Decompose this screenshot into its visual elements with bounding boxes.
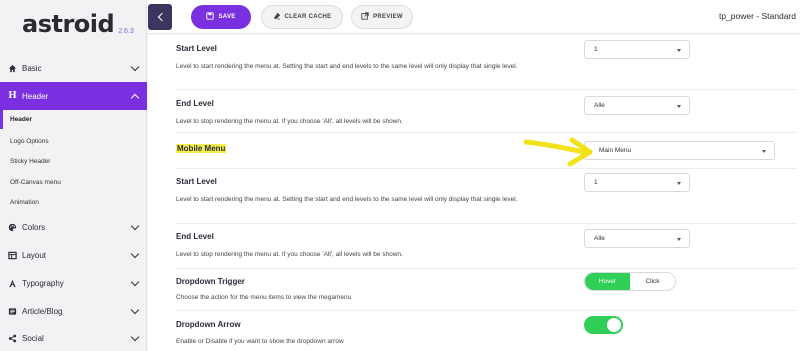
setting-label: End Level [176,232,214,241]
setting-label: Mobile Menu [176,144,227,153]
setting-label: Start Level [176,177,217,186]
sidebar-item-layout[interactable]: Layout [0,241,147,269]
sidebar-item-typography[interactable]: Typography [0,269,147,297]
heading-icon: H [8,91,17,101]
setting-description: Enable or Disable if you want to show th… [176,338,344,345]
switch-knob [607,318,621,332]
select-value: 1 [594,46,598,53]
caret-down-icon [677,238,681,241]
click-option[interactable]: Click [630,273,675,290]
setting-row-dropdown-arrow: Dropdown Arrow Enable or Disable if you … [176,311,796,351]
submenu-item-sticky-header[interactable]: Sticky Header [0,151,147,171]
select-value: 1 [594,179,598,186]
preview-button[interactable]: PREVIEW [351,5,413,29]
palette-icon [8,223,17,232]
sidebar-item-label: Social [22,333,44,343]
setting-label: Start Level [176,44,217,53]
setting-label: End Level [176,99,214,108]
chevron-down-icon [130,62,140,72]
setting-description: Level to start rendering the menu at. Se… [176,63,518,70]
submenu-item-header[interactable]: Header [0,109,147,129]
eraser-icon [273,12,281,22]
submenu-item-off-canvas-menu[interactable]: Off-Canvas menu [0,172,147,192]
dropdown-trigger-toggle: Hover Click [584,272,676,291]
save-button[interactable]: SAVE [191,5,251,29]
clear-cache-label: CLEAR CACHE [284,14,332,20]
setting-row-dropdown-trigger: Dropdown Trigger Choose the action for t… [176,269,796,311]
sidebar-item-label: Colors [22,222,46,232]
sidebar-item-label: Header [22,91,49,101]
setting-label: Dropdown Arrow [176,320,241,329]
start-level-select[interactable]: 1 [584,173,690,192]
sidebar-item-header[interactable]: H Header [0,82,147,110]
mobile-menu-select[interactable]: Main Menu [584,141,775,160]
site-title: tp_power - Standard [718,11,796,21]
dropdown-arrow-switch[interactable] [584,316,623,334]
sidebar-item-article-blog[interactable]: Article/Blog [0,297,147,325]
settings-panel: Start Level Level to start rendering the… [148,35,800,351]
typography-icon [8,279,17,288]
chevron-left-icon [157,12,166,22]
sidebar-item-label: Layout [22,250,47,260]
collapse-sidebar-button[interactable] [148,4,172,30]
save-icon [206,12,215,22]
external-link-icon [361,12,369,22]
caret-down-icon [677,182,681,185]
logo-text: astroid [22,10,115,38]
setting-description: Level to stop rendering the menu at. If … [176,251,403,258]
version-label: 2.6.3 [118,28,134,35]
sidebar-item-basic[interactable]: Basic [0,54,147,82]
share-icon [8,334,17,343]
submenu-item-logo-options[interactable]: Logo Options [0,131,147,151]
setting-description: Level to start rendering the menu at. Se… [176,196,518,203]
sidebar-item-social[interactable]: Social [0,324,147,351]
setting-row-start-level: Start Level Level to start rendering the… [176,169,796,224]
layout-icon [8,251,17,260]
caret-down-icon [677,49,681,52]
select-value: Alle [594,235,605,242]
chevron-down-icon [130,332,140,342]
hover-option[interactable]: Hover [585,273,630,290]
clear-cache-button[interactable]: CLEAR CACHE [261,5,343,29]
setting-label: Dropdown Trigger [176,277,245,286]
end-level-select[interactable]: Alle [584,96,690,115]
setting-row-end-level: End Level Level to stop rendering the me… [176,224,796,269]
submenu-item-animation[interactable]: Animation [0,192,147,212]
chevron-up-icon [130,93,140,103]
home-icon [8,64,17,73]
sidebar-item-label: Article/Blog [22,306,63,316]
start-level-select[interactable]: 1 [584,40,690,59]
chevron-down-icon [130,277,140,287]
setting-row-start-level: Start Level Level to start rendering the… [176,35,796,90]
setting-row-mobile-menu: Mobile Menu Main Menu [176,133,796,169]
chevron-down-icon [130,249,140,259]
setting-row-end-level: End Level Level to stop rendering the me… [176,90,796,133]
save-label: SAVE [218,14,236,20]
preview-label: PREVIEW [373,14,403,20]
setting-description: Level to stop rendering the menu at. If … [176,118,403,125]
sidebar: astroid 2.6.3 Basic H Header Header Logo… [0,0,147,351]
setting-description: Choose the action for the menu items to … [176,294,352,301]
caret-down-icon [677,105,681,108]
end-level-select[interactable]: Alle [584,229,690,248]
chevron-down-icon [130,221,140,231]
select-value: Alle [594,102,605,109]
astroid-logo: astroid 2.6.3 [22,8,134,38]
sidebar-item-label: Typography [22,278,64,288]
sidebar-item-label: Basic [22,63,42,73]
highlighted-label: Mobile Menu [176,144,227,153]
select-value: Main Menu [599,147,632,154]
caret-down-icon [762,150,766,153]
annotation-arrow-icon [523,137,593,167]
sidebar-item-colors[interactable]: Colors [0,213,147,241]
chevron-down-icon [130,305,140,315]
article-icon [8,307,17,316]
